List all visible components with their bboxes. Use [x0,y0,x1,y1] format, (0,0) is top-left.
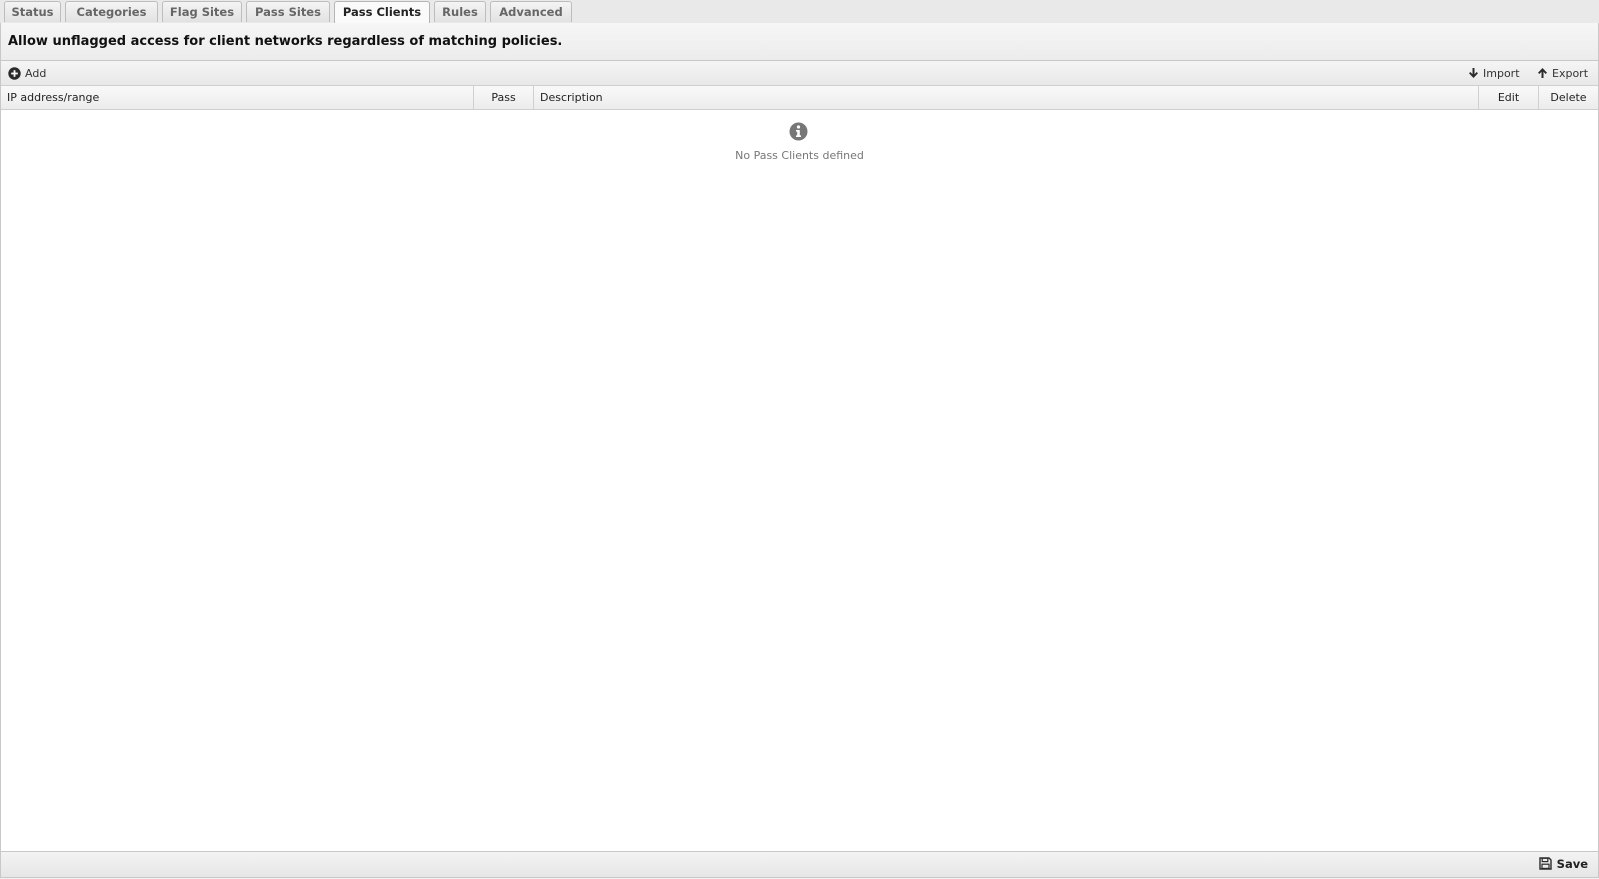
column-edit: Edit [1479,86,1539,109]
tab-flag-sites[interactable]: Flag Sites [162,1,242,22]
tab-rules[interactable]: Rules [434,1,486,22]
add-label: Add [25,67,47,80]
arrow-down-icon [1469,68,1478,78]
empty-state-text: No Pass Clients defined [735,149,864,162]
grid-header: IP address/range Pass Description Edit D… [1,86,1598,110]
pass-clients-panel: Allow unflagged access for client networ… [0,23,1599,878]
import-label: Import [1483,67,1520,80]
app-window: Status Categories Flag Sites Pass Sites … [0,0,1599,879]
plus-circle-icon [8,66,21,80]
column-delete: Delete [1550,91,1587,104]
tab-strip: Status Categories Flag Sites Pass Sites … [0,0,1599,24]
panel-heading: Allow unflagged access for client networ… [1,23,1598,61]
panel-footer: Save [1,851,1598,877]
tab-categories[interactable]: Categories [65,1,158,22]
grid-toolbar: Add Import Export [1,61,1598,86]
add-button[interactable]: Add [8,61,46,86]
save-label: Save [1556,857,1588,871]
column-ip-address-range[interactable]: IP address/range [1,86,474,109]
column-pass[interactable]: Pass [474,86,534,109]
import-button[interactable]: Import [1468,61,1520,86]
tab-advanced[interactable]: Advanced [490,1,572,22]
info-circle-icon [789,122,808,141]
floppy-disk-icon [1538,857,1552,870]
save-button[interactable]: Save [1538,852,1588,877]
arrow-up-icon [1538,68,1547,78]
tab-status[interactable]: Status [4,1,61,22]
tab-pass-clients[interactable]: Pass Clients [334,1,430,24]
tab-pass-sites[interactable]: Pass Sites [246,1,330,22]
export-button[interactable]: Export [1537,61,1588,86]
export-label: Export [1552,67,1589,80]
column-description[interactable]: Description [534,86,1479,109]
